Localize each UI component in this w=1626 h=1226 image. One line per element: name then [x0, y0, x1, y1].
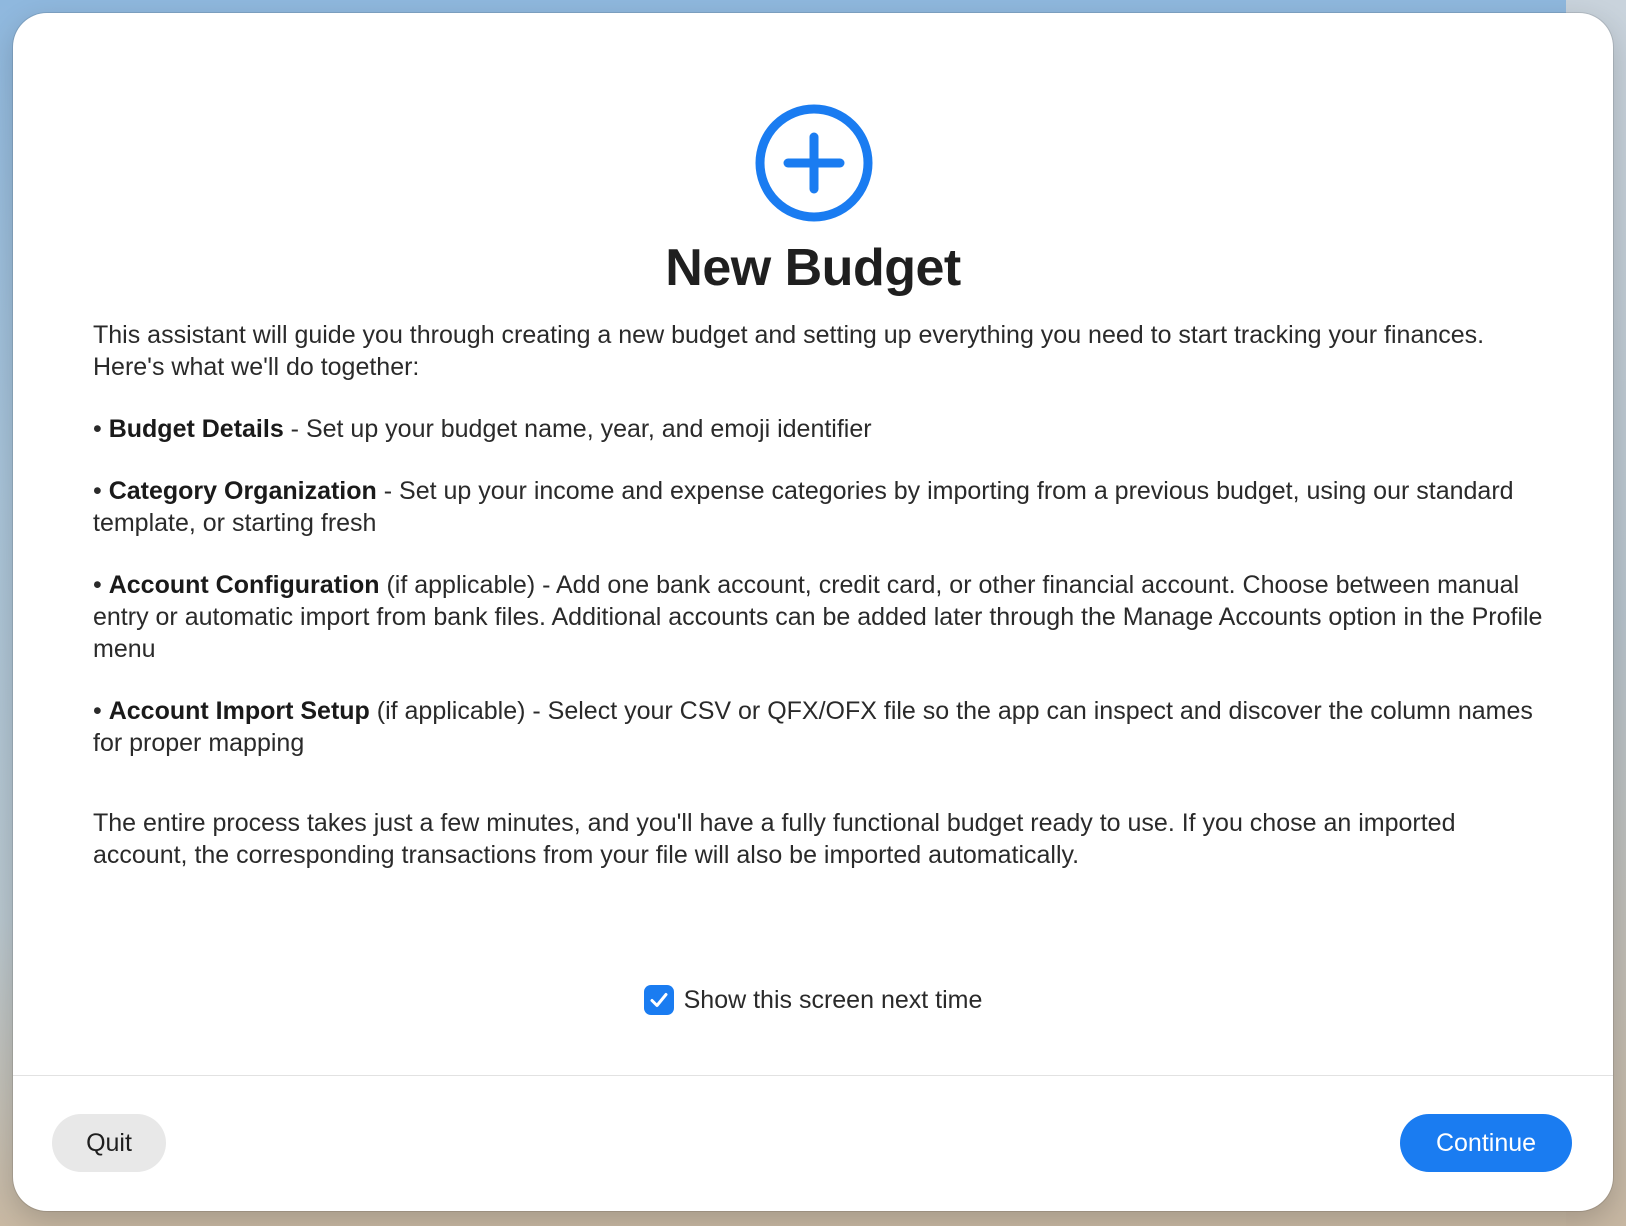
step-description: - Set up your budget name, year, and emo…: [283, 415, 872, 443]
quit-button[interactable]: Quit: [52, 1114, 166, 1172]
step-item-budget-details: • Budget Details - Set up your budget na…: [93, 415, 872, 443]
step-qualifier: (if applicable): [369, 697, 526, 725]
continue-button[interactable]: Continue: [1400, 1114, 1572, 1172]
intro-text: This assistant will guide you through cr…: [93, 321, 1485, 381]
closing-text: The entire process takes just a few minu…: [93, 809, 1456, 869]
step-item-category-organization: • Category Organization - Set up your in…: [93, 477, 1514, 537]
step-qualifier: (if applicable): [379, 571, 536, 599]
step-item-account-configuration: • Account Configuration (if applicable) …: [93, 571, 1543, 663]
step-heading: Category Organization: [108, 477, 377, 505]
dialog-title: New Budget: [665, 239, 961, 297]
new-budget-dialog: New Budget This assistant will guide you…: [13, 13, 1613, 1211]
checkmark-icon: [650, 993, 668, 1007]
plus-circle-icon: [755, 104, 873, 222]
step-heading: Budget Details: [108, 415, 284, 443]
footer-divider: [13, 1075, 1613, 1076]
step-item-account-import-setup: • Account Import Setup (if applicable) -…: [93, 697, 1533, 757]
step-heading: Account Configuration: [108, 571, 380, 599]
dialog-content: This assistant will guide you through cr…: [93, 319, 1553, 871]
show-next-time-checkbox[interactable]: [643, 985, 674, 1015]
step-heading: Account Import Setup: [108, 697, 370, 725]
show-next-time-row[interactable]: Show this screen next time: [13, 985, 1613, 1015]
show-next-time-label[interactable]: Show this screen next time: [684, 986, 983, 1015]
